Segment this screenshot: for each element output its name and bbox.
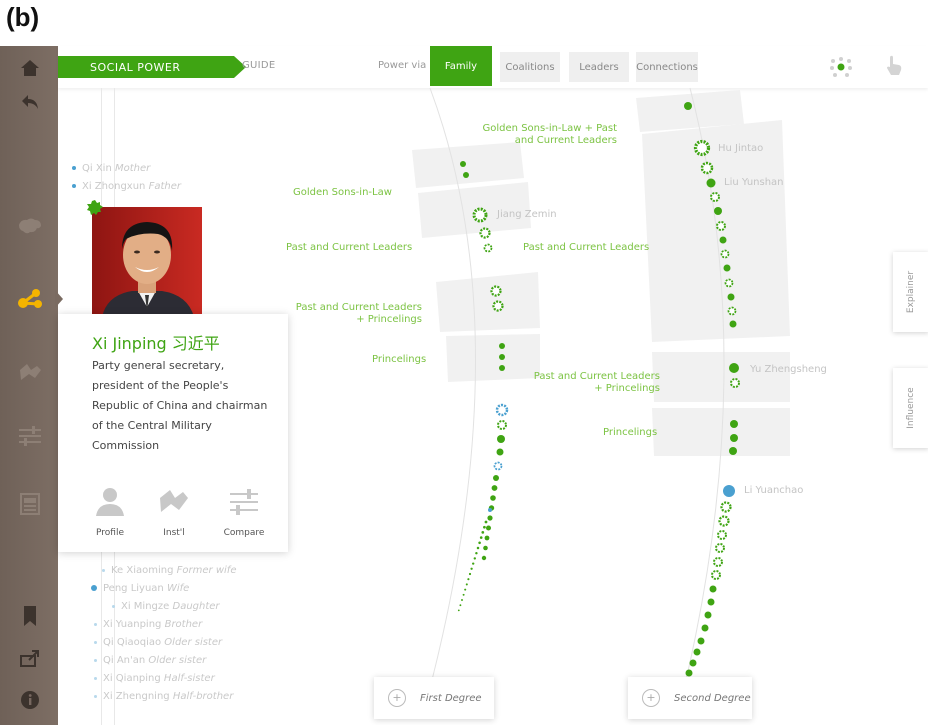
network-node (484, 535, 490, 541)
network-node (476, 546, 480, 550)
network-node (730, 378, 740, 388)
network-node (719, 236, 727, 244)
network-node (700, 161, 714, 175)
band-first-1 (412, 142, 524, 188)
network-node (689, 659, 697, 667)
network-node (713, 557, 723, 567)
network-node (727, 306, 737, 316)
network-node (727, 293, 735, 301)
network-node (714, 207, 722, 215)
network-node (463, 172, 469, 178)
network-node (481, 531, 485, 534)
second-degree-button[interactable]: + Second Degree (628, 677, 752, 719)
tab-explainer[interactable]: Explainer (893, 252, 928, 332)
plus-icon: + (642, 689, 660, 707)
network-node (484, 520, 488, 524)
network-node (483, 525, 486, 529)
network-node (716, 221, 726, 231)
first-degree-button[interactable]: + First Degree (374, 677, 494, 719)
network-node (465, 583, 468, 586)
network-node (473, 557, 476, 560)
network-node (470, 567, 473, 570)
network-node (488, 508, 492, 512)
band-first-3 (436, 272, 540, 332)
network-node (497, 435, 505, 443)
network-node (729, 447, 737, 455)
leader-jiang-zemin[interactable]: Jiang Zemin (497, 209, 557, 220)
label-princelings: Princelings (372, 354, 427, 365)
network-node (723, 485, 735, 497)
network-node (467, 578, 470, 581)
network-node (462, 593, 465, 596)
network-node (730, 434, 738, 442)
network-node (490, 495, 496, 501)
network-node (461, 599, 463, 601)
network-node (724, 278, 734, 288)
network-node (496, 448, 504, 456)
network-node (711, 570, 721, 580)
label-leaders-princelings: Past and Current Leaders + Princelings (295, 302, 422, 325)
network-node (710, 192, 720, 202)
leader-li-yuanchao[interactable]: Li Yuanchao (744, 485, 803, 496)
network-node (704, 611, 712, 619)
leader-liu-yunshan[interactable]: Liu Yunshan (724, 177, 784, 188)
leader-hu-jintao[interactable]: Hu Jintao (718, 143, 763, 154)
network-node (729, 320, 737, 328)
network-node (472, 562, 475, 565)
label-golden-sons-in-law: Golden Sons-in-Law (293, 187, 392, 198)
network-node (491, 485, 498, 491)
network-node (720, 501, 732, 513)
network-node (483, 545, 488, 551)
label-princelings-2: Princelings (603, 427, 658, 438)
network-node (483, 243, 493, 253)
network-node (493, 461, 503, 471)
network-node (472, 207, 488, 223)
network-node (479, 227, 491, 239)
label-past-current-leaders-2: Past and Current Leaders (523, 242, 650, 253)
network-node (693, 648, 701, 656)
network-node (490, 285, 502, 297)
network-visualization (412, 87, 790, 681)
network-node (486, 525, 491, 531)
label-golden-sons-leaders-2: Golden Sons-in-Law + Past and Current Le… (482, 123, 617, 146)
network-node (706, 178, 716, 188)
tab-influence[interactable]: Influence (893, 368, 928, 448)
label-past-current-leaders: Past and Current Leaders (286, 242, 413, 253)
network-node (460, 161, 466, 167)
network-node (709, 585, 717, 593)
network-node (715, 543, 725, 553)
network-node (684, 102, 692, 110)
network-node (492, 300, 504, 312)
network-node (497, 420, 507, 430)
network-node (475, 551, 478, 555)
network-node (479, 536, 483, 539)
network-node (693, 139, 711, 157)
network-node (495, 403, 509, 417)
network-node (468, 572, 472, 576)
network-node (697, 637, 705, 645)
network-node (730, 420, 738, 428)
network-node (464, 588, 467, 591)
network-node (478, 541, 481, 545)
network-node (729, 363, 739, 373)
network-node (717, 530, 727, 540)
network-node (707, 598, 715, 606)
network-node (493, 475, 499, 481)
network-node (720, 249, 730, 259)
network-node (487, 515, 493, 521)
band-second-3 (652, 352, 790, 402)
network-node (481, 555, 487, 561)
network-node (499, 365, 505, 371)
label-leaders-princelings-2: Past and Current Leaders + Princelings (533, 371, 660, 394)
network-node (499, 343, 505, 349)
network-node (459, 604, 462, 607)
network-node (718, 515, 730, 527)
network-node (457, 609, 460, 612)
network-node (701, 624, 709, 632)
network-node (499, 354, 505, 360)
plus-icon: + (388, 689, 406, 707)
leader-yu-zhengsheng[interactable]: Yu Zhengsheng (750, 364, 827, 375)
network-node (723, 264, 731, 272)
network-node (685, 669, 693, 677)
